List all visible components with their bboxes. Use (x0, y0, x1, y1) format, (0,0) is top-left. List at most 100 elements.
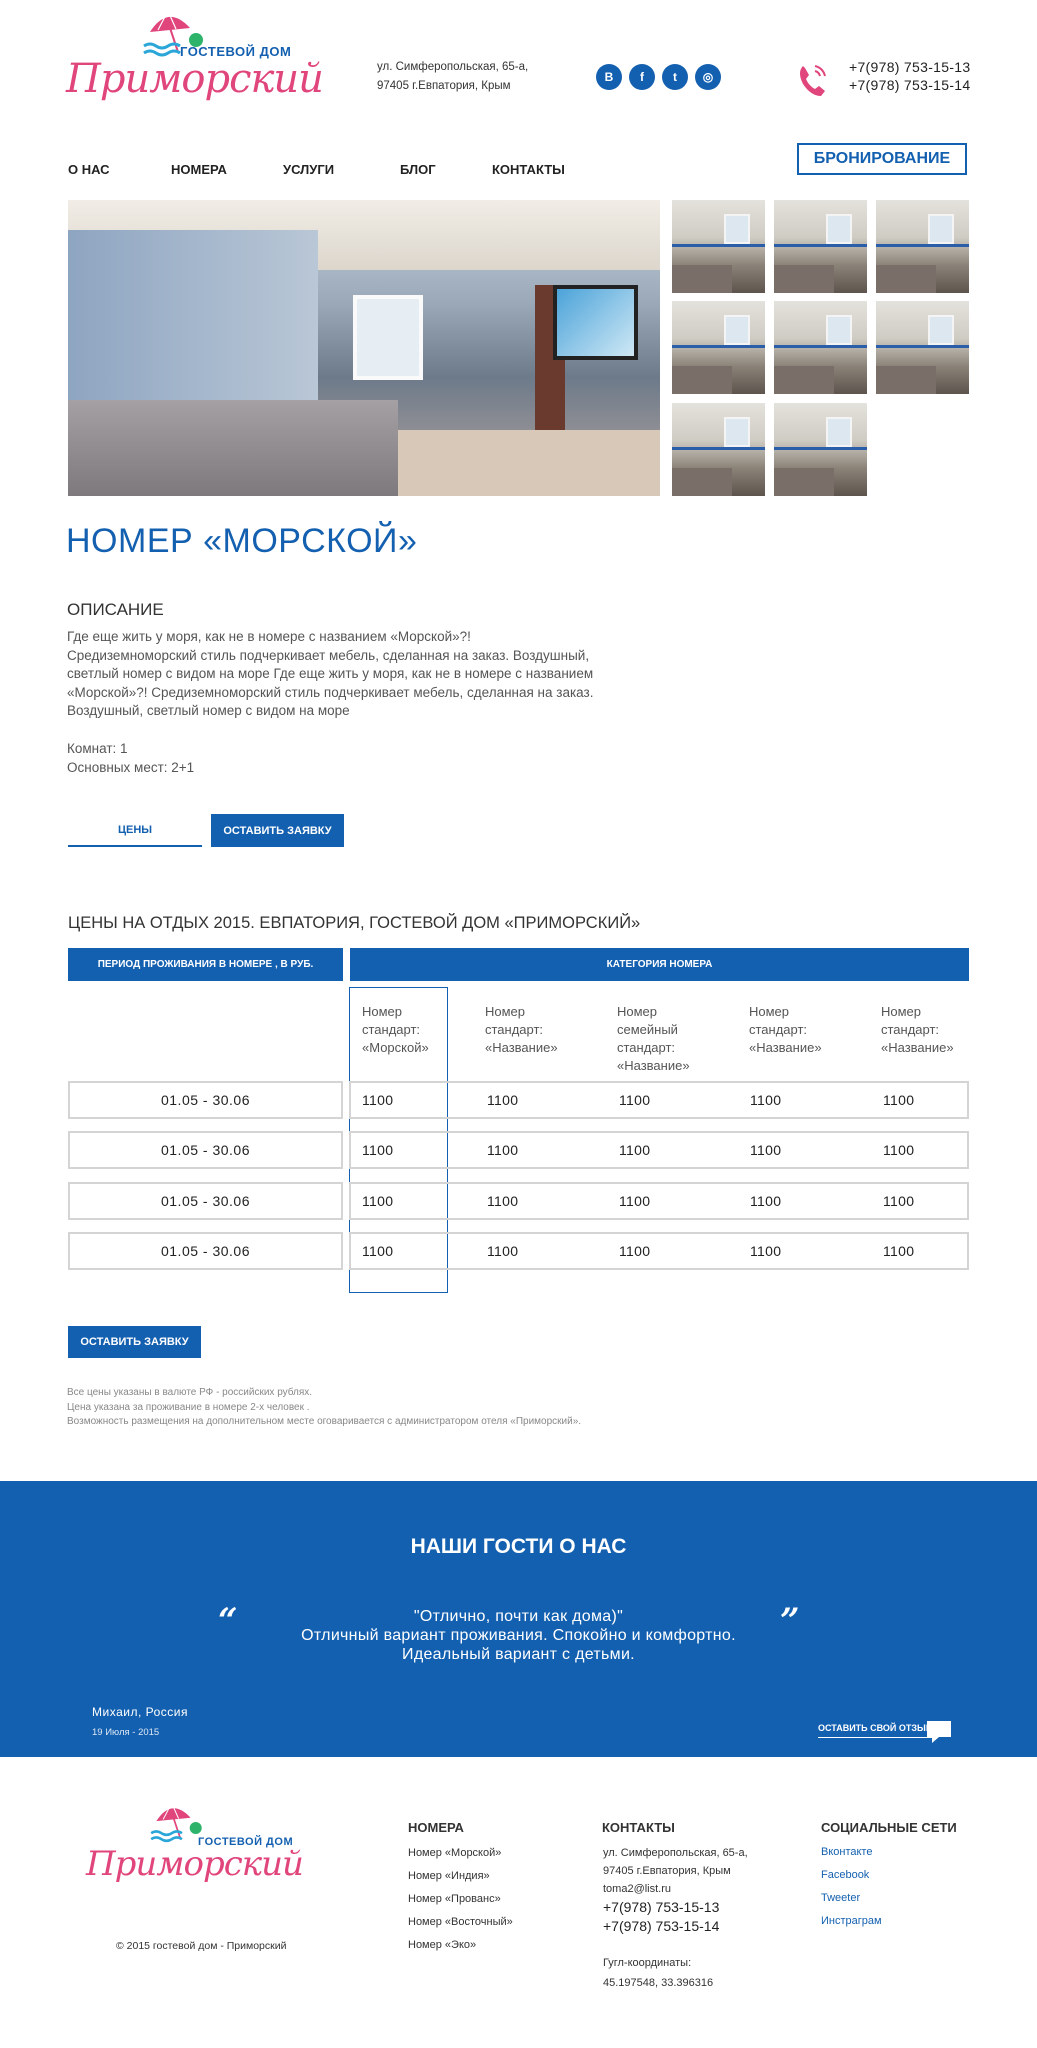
footer-rooms-heading: НОМЕРА (408, 1820, 464, 1835)
nav-services[interactable]: УСЛУГИ (283, 162, 334, 177)
price-cell: 1100 (883, 1142, 915, 1158)
thumbnail-6[interactable] (876, 301, 969, 394)
period-label: 01.05 - 30.06 (160, 1092, 250, 1108)
copyright: © 2015 гостевой дом - Приморский (116, 1940, 287, 1952)
description-line: светлый номер с видом на море Где еще жи… (67, 666, 594, 681)
footer-vk-link[interactable]: Вконтакте (821, 1841, 882, 1864)
main-room-photo[interactable] (68, 200, 660, 496)
footer-room-link[interactable]: Номер «Морской» (408, 1842, 513, 1865)
footer-address-2: 97405 г.Евпатория, Крым (603, 1865, 731, 1877)
comment-icon[interactable] (925, 1719, 953, 1745)
booking-button[interactable]: БРОНИРОВАНИЕ (797, 143, 967, 175)
thumbnail-8[interactable] (774, 403, 867, 496)
footer-room-link[interactable]: Номер «Прованс» (408, 1888, 513, 1911)
footer-email[interactable]: toma2@list.ru (603, 1880, 748, 1898)
column-header-1[interactable]: Номер стандарт: «Морской» (362, 1003, 429, 1057)
price-cell: 1100 (487, 1243, 519, 1259)
phone-2[interactable]: +7(978) 753-15-14 (849, 76, 970, 94)
vk-icon[interactable]: В (596, 64, 622, 90)
price-cell: 1100 (883, 1243, 915, 1259)
footer-social-list: Вконтакте Facebook Tweeter Инстраграм (821, 1841, 882, 1933)
thumbnail-1[interactable] (672, 200, 765, 293)
room-description: Где еще жить у моря, как не в номере с н… (67, 628, 627, 721)
nav-contacts[interactable]: КОНТАКТЫ (492, 162, 565, 177)
tab-prices[interactable]: ЦЕНЫ (68, 814, 202, 847)
room-meta: Комнат: 1 Основных мест: 2+1 (67, 739, 194, 777)
note-line: Цена указана за проживание в номере 2-х … (67, 1401, 310, 1413)
description-heading: ОПИСАНИЕ (67, 600, 164, 619)
logo[interactable]: ГОСТЕВОЙ ДОМ Приморский (66, 8, 324, 108)
th-period: ПЕРИОД ПРОЖИВАНИЯ В НОМЕРЕ , В РУБ. (68, 948, 343, 981)
umbrella-icon (150, 1801, 202, 1843)
table-row: 01.05 - 30.06 1100 1100 1100 1100 1100 (68, 1131, 969, 1169)
rooms-count: Комнат: 1 (67, 741, 128, 756)
instagram-icon[interactable]: ◎ (695, 64, 721, 90)
review-author: Михаил, Россия (92, 1705, 188, 1719)
thumbnail-5[interactable] (774, 301, 867, 394)
description-line: Где еще жить у моря, как не в номере с н… (67, 629, 471, 644)
footer-social-heading: СОЦИАЛЬНЫЕ СЕТИ (821, 1820, 957, 1835)
phone-icon (800, 65, 826, 96)
footer-rooms-list: Номер «Морской» Номер «Индия» Номер «Про… (408, 1842, 513, 1957)
header-address: ул. Симферопольская, 65-а, 97405 г.Евпат… (377, 58, 528, 96)
footer-twitter-link[interactable]: Tweeter (821, 1887, 882, 1910)
review-line: Отличный вариант проживания. Спокойно и … (301, 1627, 736, 1644)
nav-blog[interactable]: БЛОГ (400, 162, 436, 177)
footer-coords-label: Гугл-координаты: (603, 1957, 692, 1969)
thumbnail-7[interactable] (672, 403, 765, 496)
values-cell (349, 1081, 969, 1119)
footer-phone-2[interactable]: +7(978) 753-15-14 (603, 1917, 748, 1936)
request-button-bottom[interactable]: ОСТАВИТЬ ЗАЯВКУ (68, 1326, 201, 1358)
facebook-icon[interactable]: f (629, 64, 655, 90)
price-cell: 1100 (487, 1193, 519, 1209)
bed (68, 400, 398, 496)
tv (553, 285, 638, 360)
footer-logo[interactable]: ГОСТЕВОЙ ДОМ Приморский (86, 1800, 316, 1890)
price-cell: 1100 (362, 1142, 394, 1158)
footer-phone-1[interactable]: +7(978) 753-15-13 (603, 1898, 748, 1917)
review-text: "Отлично, почти как дома)" Отличный вари… (0, 1607, 1037, 1664)
review-line: Идеальный вариант с детьми. (402, 1646, 635, 1663)
note-line: Возможность размещения на дополнительном… (67, 1416, 582, 1427)
reviews-title: НАШИ ГОСТИ О НАС (410, 1535, 627, 1558)
footer-address-1: ул. Симферопольская, 65-а, (603, 1847, 748, 1859)
table-row: 01.05 - 30.06 1100 1100 1100 1100 1100 (68, 1232, 969, 1270)
phone-1[interactable]: +7(978) 753-15-13 (849, 58, 970, 76)
window (353, 295, 423, 380)
footer-facebook-link[interactable]: Facebook (821, 1864, 882, 1887)
places-count: Основных мест: 2+1 (67, 760, 195, 775)
nav-rooms[interactable]: НОМЕРА (171, 162, 227, 177)
footer-room-link[interactable]: Номер «Эко» (408, 1934, 513, 1957)
price-cell: 1100 (750, 1092, 782, 1108)
period-label: 01.05 - 30.06 (160, 1193, 250, 1209)
footer-instagram-link[interactable]: Инстраграм (821, 1910, 882, 1933)
header-phones: +7(978) 753-15-13 +7(978) 753-15-14 (849, 58, 970, 94)
address-line-1: ул. Симферопольская, 65-а, (377, 61, 529, 73)
request-button-top[interactable]: ОСТАВИТЬ ЗАЯВКУ (211, 814, 344, 847)
review-line: "Отлично, почти как дома)" (413, 1608, 624, 1625)
thumbnail-4[interactable] (672, 301, 765, 394)
price-cell: 1100 (619, 1193, 651, 1209)
thumbnail-2[interactable] (774, 200, 867, 293)
review-date: 19 Июля - 2015 (92, 1727, 160, 1738)
leave-review-link[interactable]: ОСТАВИТЬ СВОЙ ОТЗЫВ (818, 1723, 933, 1738)
column-header-5: Номер стандарт: «Название» (881, 1004, 954, 1055)
thumbnail-3[interactable] (876, 200, 969, 293)
price-cell: 1100 (883, 1193, 915, 1209)
footer-room-link[interactable]: Номер «Индия» (408, 1865, 513, 1888)
note-line: Все цены указаны в валюте РФ - российски… (67, 1387, 313, 1398)
price-cell: 1100 (487, 1142, 519, 1158)
footer-room-link[interactable]: Номер «Восточный» (408, 1911, 513, 1934)
price-cell: 1100 (487, 1092, 519, 1108)
values-cell (349, 1182, 969, 1220)
period-label: 01.05 - 30.06 (160, 1243, 250, 1259)
period-label: 01.05 - 30.06 (160, 1142, 250, 1158)
description-line: Средиземноморский стиль подчеркивает меб… (67, 647, 590, 663)
values-cell (349, 1232, 969, 1270)
twitter-icon[interactable]: t (662, 64, 688, 90)
reviews-section: НАШИ ГОСТИ О НАС “ ” "Отлично, почти как… (0, 1481, 1037, 1757)
price-cell: 1100 (619, 1142, 651, 1158)
price-notes: Все цены указаны в валюте РФ - российски… (67, 1386, 581, 1430)
nav-about[interactable]: О НАС (68, 162, 110, 177)
price-cell: 1100 (362, 1243, 394, 1259)
